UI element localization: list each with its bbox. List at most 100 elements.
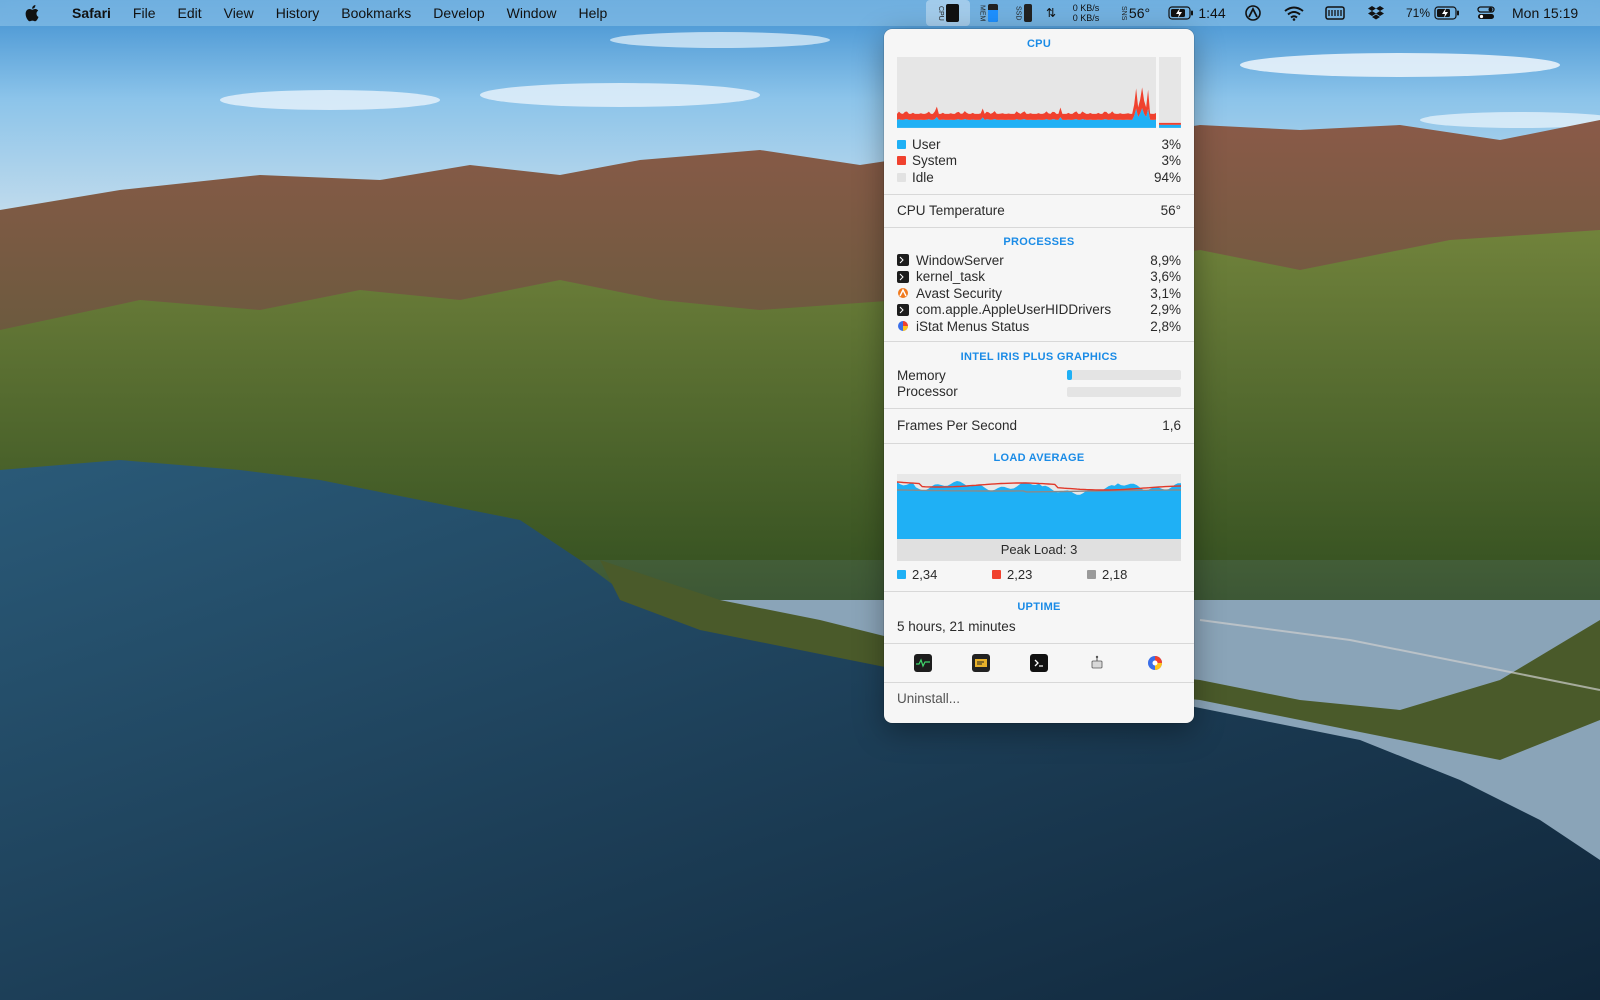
load-15min-swatch (1087, 570, 1096, 580)
status-network-arrows[interactable]: ⇅ (1040, 0, 1062, 26)
load-5min-swatch (992, 570, 1001, 580)
terminal-icon (897, 303, 909, 316)
sns-mini-label: SNS (1120, 6, 1127, 20)
apple-logo-icon (25, 5, 39, 22)
process-row[interactable]: Avast Security 3,1% (884, 285, 1194, 302)
cpu-history-graph (897, 57, 1157, 128)
system-swatch (897, 156, 906, 166)
big-sur-landscape (0, 0, 1600, 1000)
process-value: 8,9% (1150, 252, 1181, 268)
menu-app-name[interactable]: Safari (62, 0, 122, 26)
process-row[interactable]: kernel_task 3,6% (884, 268, 1194, 285)
avast-icon (1245, 5, 1261, 21)
dropbox-icon (1368, 6, 1384, 20)
menu-window[interactable]: Window (496, 0, 568, 26)
peak-load-label: Peak Load: 3 (897, 538, 1181, 561)
battery-time-remaining: 1:44 (1198, 5, 1226, 21)
process-row[interactable]: iStat Menus Status 2,8% (884, 318, 1194, 335)
status-battery[interactable]: 71% (1398, 0, 1468, 26)
apple-menu-icon[interactable] (22, 0, 44, 26)
legend-label: Idle (912, 169, 934, 185)
network-download-rate: 0 KB/s (1072, 13, 1100, 23)
uptime-row: 5 hours, 21 minutes (884, 617, 1194, 637)
status-avast[interactable] (1234, 0, 1272, 26)
process-value: 2,8% (1150, 318, 1181, 334)
istat-menus-icon[interactable] (1146, 654, 1164, 672)
gpu-memory-fill (1067, 370, 1072, 381)
menu-develop[interactable]: Develop (422, 0, 495, 26)
menu-help[interactable]: Help (567, 0, 618, 26)
divider (884, 226, 1194, 228)
cpu-legend-user: User 3% (884, 136, 1194, 153)
process-name: Avast Security (916, 285, 1003, 301)
desktop-wallpaper (0, 0, 1600, 1000)
cpu-temperature-row: CPU Temperature 56° (884, 195, 1194, 227)
load-1min-value: 2,34 (912, 567, 938, 583)
load-1min: 2,34 (897, 567, 992, 582)
battery-percent: 71% (1405, 6, 1431, 20)
system-info-icon[interactable] (1088, 654, 1106, 672)
fps-value: 1,6 (1162, 418, 1181, 434)
status-dropbox[interactable] (1354, 0, 1398, 26)
sns-mini-label-text: SNS (1119, 5, 1127, 21)
process-value: 2,9% (1150, 302, 1181, 318)
menu-history[interactable]: History (265, 0, 331, 26)
uninstall-label: Uninstall... (897, 691, 961, 707)
fps-row: Frames Per Second 1,6 (884, 409, 1194, 443)
ssd-mini-label: SSD (1015, 6, 1022, 20)
terminal-icon (897, 254, 909, 267)
menu-view[interactable]: View (213, 0, 265, 26)
network-rates: 0 KB/s 0 KB/s (1073, 3, 1100, 23)
status-wifi[interactable] (1272, 0, 1316, 26)
status-battery-time[interactable]: 1:44 (1160, 0, 1234, 26)
cpu-section-title: CPU (1026, 38, 1052, 50)
menu-edit[interactable]: Edit (166, 0, 212, 26)
load-15min: 2,18 (1087, 567, 1127, 582)
battery-icon (1434, 6, 1460, 20)
status-clock[interactable]: Mon 15:19 (1504, 0, 1600, 26)
uninstall-button[interactable]: Uninstall... (884, 683, 1194, 715)
cpu-legend-idle: Idle 94% (884, 169, 1194, 186)
load-average-graph-box (896, 473, 1182, 539)
memory-meter-icon (987, 4, 998, 22)
legend-label: System (912, 153, 958, 169)
process-row[interactable]: WindowServer 8,9% (884, 252, 1194, 269)
load-15min-value: 2,18 (1102, 567, 1128, 583)
activity-monitor-icon[interactable] (914, 653, 932, 672)
menu-bookmarks[interactable]: Bookmarks (330, 0, 422, 26)
divider (884, 590, 1194, 592)
status-cpu[interactable]: CPU (926, 0, 970, 26)
terminal-icon[interactable] (1030, 653, 1048, 672)
ssd-mini-label-text: SSD (1014, 5, 1022, 21)
uptime-value: 5 hours, 21 minutes (897, 619, 1016, 635)
load-average-graph (896, 480, 1182, 539)
gpu-memory-bar (1067, 370, 1181, 381)
status-network-rates[interactable]: 0 KB/s 0 KB/s (1062, 0, 1110, 26)
fps-label: Frames Per Second (897, 418, 1018, 434)
menu-file[interactable]: File (122, 0, 167, 26)
status-keyboard[interactable] (1316, 0, 1354, 26)
process-name: iStat Menus Status (916, 318, 1030, 334)
process-name: kernel_task (916, 269, 986, 285)
gpu-memory-label: Memory (897, 367, 946, 383)
legend-value: 3% (1161, 153, 1181, 169)
load-average-legend: 2,34 2,23 2,18 (884, 567, 1194, 583)
wifi-icon (1284, 6, 1304, 21)
status-control-center[interactable] (1468, 0, 1504, 26)
avast-icon (897, 287, 909, 299)
istat-icon (897, 320, 909, 332)
load-5min-value: 2,23 (1007, 567, 1033, 583)
cpu-legend-system: System 3% (884, 153, 1194, 170)
network-arrows-icon: ⇅ (1045, 6, 1057, 20)
process-name: WindowServer (916, 252, 1004, 268)
cpu-mini-label: CPU (937, 6, 944, 21)
console-icon[interactable] (972, 653, 990, 672)
gpu-processor-row: Processor (884, 383, 1194, 400)
status-memory[interactable]: MEM (970, 0, 1006, 26)
process-row[interactable]: com.apple.AppleUserHIDDrivers 2,9% (884, 302, 1194, 319)
status-sensors[interactable]: SNS 56° (1110, 0, 1160, 26)
status-disk[interactable]: SSD (1006, 0, 1040, 26)
disk-meter-icon (1023, 4, 1032, 22)
cpu-system-area (897, 87, 1157, 120)
mem-mini-label: MEM (979, 5, 986, 21)
